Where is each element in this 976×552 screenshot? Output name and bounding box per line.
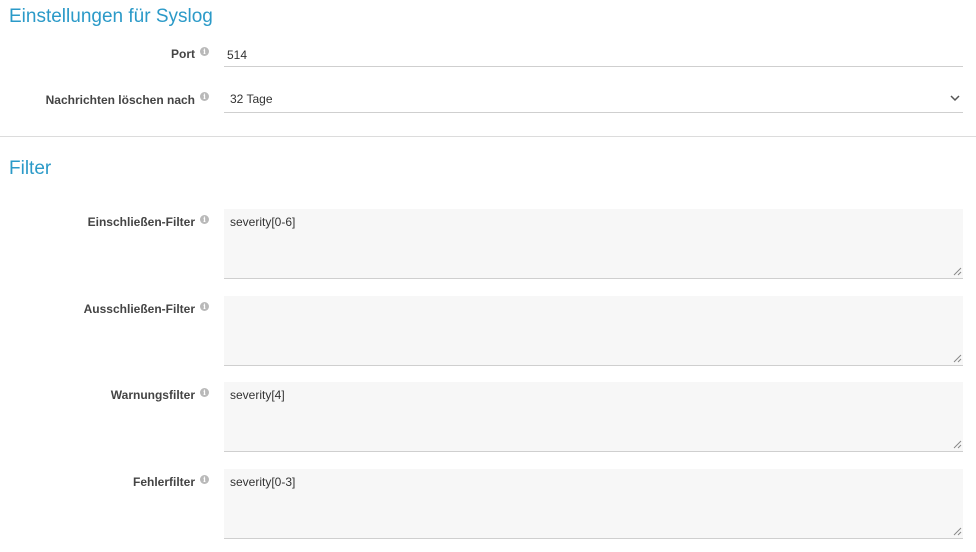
- include-filter-textarea[interactable]: severity[0-6]: [224, 209, 963, 279]
- warning-filter-label: Warnungsfilter: [110, 388, 195, 402]
- exclude-filter-textarea[interactable]: [224, 296, 963, 366]
- info-icon[interactable]: i: [200, 388, 209, 397]
- chevron-down-icon: [950, 95, 960, 102]
- info-icon[interactable]: i: [200, 215, 209, 224]
- resize-handle-icon[interactable]: [953, 440, 962, 449]
- error-filter-label: Fehlerfilter: [132, 475, 195, 489]
- include-filter-label: Einschließen-Filter: [87, 215, 195, 229]
- resize-handle-icon[interactable]: [953, 267, 962, 276]
- resize-handle-icon[interactable]: [953, 354, 962, 363]
- port-label: Port: [171, 47, 195, 61]
- error-filter-textarea[interactable]: severity[0-3]: [224, 469, 963, 539]
- warning-filter-value: severity[4]: [230, 388, 285, 402]
- include-filter-value: severity[0-6]: [230, 215, 296, 229]
- delete-after-select[interactable]: 32 Tage: [224, 87, 963, 113]
- warning-filter-textarea[interactable]: severity[4]: [224, 382, 963, 452]
- exclude-filter-label: Ausschließen-Filter: [83, 302, 195, 316]
- delete-after-value: 32 Tage: [230, 92, 273, 106]
- syslog-settings-title: Einstellungen für Syslog: [9, 6, 213, 27]
- delete-after-label: Nachrichten löschen nach: [45, 93, 195, 107]
- info-icon[interactable]: i: [200, 92, 209, 101]
- filter-title: Filter: [9, 158, 52, 179]
- error-filter-value: severity[0-3]: [230, 475, 296, 489]
- resize-handle-icon[interactable]: [953, 527, 962, 536]
- info-icon[interactable]: i: [200, 302, 209, 311]
- info-icon[interactable]: i: [200, 47, 209, 56]
- port-input[interactable]: [224, 43, 963, 67]
- info-icon[interactable]: i: [200, 475, 209, 484]
- section-divider: [0, 136, 976, 137]
